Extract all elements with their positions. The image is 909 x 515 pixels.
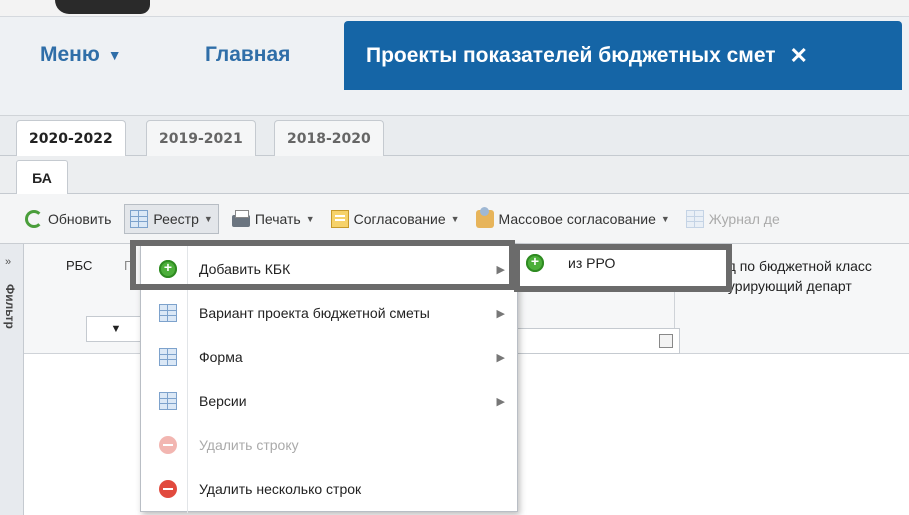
tab-year-2018-2020[interactable]: 2018-2020 — [274, 120, 384, 156]
menu-item-label: Форма — [199, 349, 243, 365]
toolbar: Обновить Реестр ▼ Печать ▼ Согласование … — [0, 194, 909, 244]
document-icon — [330, 209, 349, 228]
chevron-right-icon: ▶ — [496, 307, 505, 320]
refresh-button[interactable]: Обновить — [22, 204, 114, 234]
add-kbk-submenu: из РРО — [514, 244, 732, 292]
print-label: Печать — [254, 210, 301, 227]
column-rbs[interactable]: РБС — [66, 258, 92, 273]
chevron-down-icon: ▼ — [305, 213, 315, 224]
column-kod-line2: / Курирующий департ — [712, 278, 852, 294]
grid-icon — [159, 348, 177, 366]
add-circle-icon — [526, 253, 544, 272]
home-link[interactable]: Главная — [205, 43, 290, 67]
menu-item-delete-rows[interactable]: Удалить несколько строк — [141, 467, 519, 511]
registry-button[interactable]: Реестр ▼ — [124, 203, 219, 234]
menu-item-label: Удалить несколько строк — [199, 481, 362, 497]
decor-shape — [55, 0, 150, 14]
journal-button[interactable]: Журнал де — [683, 204, 783, 234]
tab-year-2019-2021[interactable]: 2019-2021 — [146, 120, 256, 156]
chevron-right-icon: ▶ — [496, 351, 505, 364]
highlight-frame — [130, 240, 515, 290]
grid-icon — [159, 392, 177, 410]
menu-item-versions[interactable]: Версии ▶ — [141, 379, 519, 423]
mass-approval-button[interactable]: Массовое согласование ▼ — [473, 204, 673, 234]
submenu-item-from-rro[interactable]: из РРО — [526, 253, 616, 272]
menu-button[interactable]: Меню ▼ — [40, 43, 122, 67]
approval-label: Согласование — [353, 210, 446, 227]
column-filter-select[interactable]: ▼ — [86, 316, 146, 342]
year-tabs: 2020-2022 2019-2021 2018-2020 — [0, 116, 909, 157]
tab-budget-projects[interactable]: Проекты показателей бюджетных смет ✕ — [344, 21, 902, 91]
top-decoration — [0, 0, 909, 16]
chevron-right-icon: ▶ — [496, 395, 505, 408]
sub-tabs: БА — [0, 156, 909, 194]
chevron-down-icon: ▼ — [450, 213, 460, 224]
menu-item-delete-row[interactable]: Удалить строку — [141, 423, 519, 467]
journal-label: Журнал де — [708, 210, 780, 227]
menu-label: Меню — [40, 43, 100, 66]
printer-icon — [231, 209, 250, 227]
refresh-icon — [25, 209, 43, 228]
chevron-down-icon: ▼ — [110, 323, 122, 335]
mass-approval-label: Массовое согласование — [498, 210, 656, 227]
registry-label: Реестр — [153, 210, 199, 227]
filter-label: Фильтр — [3, 284, 17, 329]
chevron-down-icon: ▼ — [203, 213, 213, 224]
chevron-down-icon: ▼ — [660, 213, 670, 224]
print-button[interactable]: Печать ▼ — [229, 204, 318, 234]
app-header: Меню ▼ Главная Проекты показателей бюдже… — [0, 16, 909, 91]
menu-item-form[interactable]: Форма ▶ — [141, 335, 519, 379]
filter-panel[interactable]: » Фильтр — [0, 244, 24, 515]
column-kod-line1: Код по бюджетной класс — [712, 258, 872, 274]
menu-item-label: Вариант проекта бюджетной сметы — [199, 305, 430, 321]
calendar-icon[interactable] — [659, 334, 673, 348]
delete-circle-icon — [159, 480, 177, 498]
grid-icon — [159, 304, 177, 322]
chevron-down-icon: ▼ — [107, 47, 122, 63]
date-filter-field[interactable] — [515, 328, 680, 354]
tab-year-2020-2022[interactable]: 2020-2022 — [16, 120, 126, 157]
submenu-item-label: из РРО — [568, 255, 616, 271]
tab-ba[interactable]: БА — [16, 160, 68, 194]
menu-item-variant[interactable]: Вариант проекта бюджетной сметы ▶ — [141, 291, 519, 335]
expand-icon[interactable]: » — [5, 256, 11, 268]
mass-approval-icon — [475, 206, 494, 228]
close-icon[interactable]: ✕ — [790, 43, 808, 69]
approval-button[interactable]: Согласование ▼ — [328, 204, 463, 234]
delete-circle-icon — [159, 436, 177, 454]
grid-icon — [130, 209, 149, 228]
header-spacer — [0, 90, 909, 116]
menu-item-label: Версии — [199, 393, 247, 409]
column-kod[interactable]: Код по бюджетной класс / Курирующий депа… — [712, 256, 872, 296]
grid-icon — [685, 209, 704, 228]
refresh-label: Обновить — [48, 210, 112, 227]
tab-title: Проекты показателей бюджетных смет — [366, 44, 776, 67]
menu-item-label: Удалить строку — [199, 437, 299, 453]
